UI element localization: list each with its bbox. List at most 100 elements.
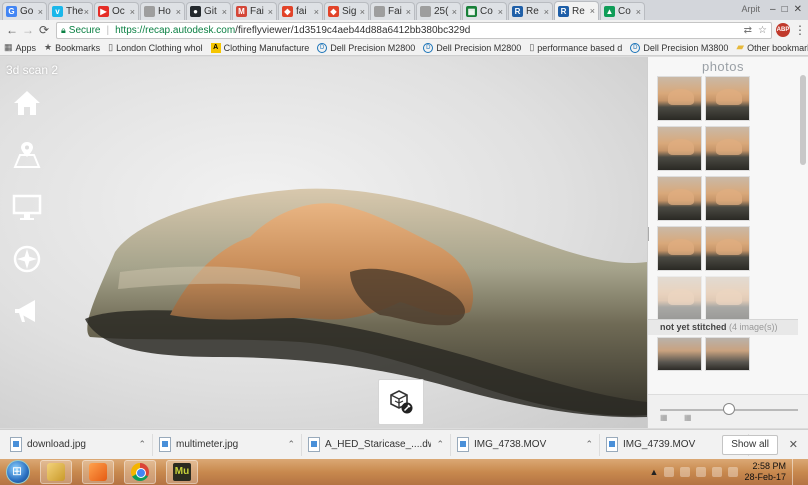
browser-tab[interactable]: ▶ Oc × [94,2,139,20]
download-item[interactable]: multimeter.jpg ⌃ [159,433,302,456]
photos-scrollbar[interactable] [800,75,806,165]
photo-thumbnail[interactable] [657,176,702,221]
url-input[interactable]: 🔒︎ Secure | https://recap.autodesk.com/f… [56,21,772,39]
adblock-plus-icon[interactable]: ABP [776,23,790,37]
muse-taskbar-button[interactable]: Mu [166,460,198,484]
stitch-images-button[interactable] [378,379,424,425]
close-window-icon[interactable]: ✕ [794,4,802,15]
minimize-icon[interactable]: – [770,4,776,15]
compass-icon[interactable] [8,241,46,277]
chevron-up-icon[interactable]: ⌃ [138,439,146,450]
browser-tab[interactable]: R Re × [554,1,599,20]
tab-close-icon[interactable]: × [314,7,319,17]
browser-tab[interactable]: ◆ Sig × [324,2,369,20]
3d-mesh[interactable] [0,57,647,428]
browser-tab[interactable]: ◆ fai × [278,2,323,20]
home-icon[interactable] [8,85,46,121]
close-downloads-bar-icon[interactable]: ✕ [789,438,798,451]
tab-close-icon[interactable]: × [268,7,273,17]
chevron-up-icon[interactable]: ⌃ [287,439,295,450]
tab-close-icon[interactable]: × [130,7,135,17]
photo-thumbnail[interactable] [657,126,702,171]
browser-tab[interactable]: 25(× [416,2,461,20]
unstitched-photo-thumbnail[interactable] [657,337,702,371]
map-pin-icon[interactable] [8,137,46,173]
photo-thumbnail[interactable] [705,76,750,121]
tab-close-icon[interactable]: × [84,7,89,17]
bookmark-item[interactable]: ▯ performance based d [529,42,622,53]
profile-name[interactable]: Arpit [741,4,760,14]
small-grid-icon[interactable]: ▦ [660,413,668,422]
start-button[interactable] [6,460,30,484]
tab-close-icon[interactable]: × [452,7,457,17]
show-all-downloads-button[interactable]: Show all [722,435,778,455]
tab-close-icon[interactable]: × [222,7,227,17]
bookmark-item[interactable]: ▯ London Clothing whol [108,42,203,53]
chevron-up-icon[interactable]: ⌃ [585,439,593,450]
photo-thumbnail[interactable] [657,226,702,271]
chevron-up-icon[interactable]: ⌃ [436,439,444,450]
tab-close-icon[interactable]: × [406,7,411,17]
bookmark-item[interactable]: D Dell Precision M2800 [317,42,415,53]
network-icon[interactable] [712,467,723,477]
scan-viewer[interactable]: 3d scan 2 [0,57,647,428]
browser-tab[interactable]: Ho × [140,2,185,20]
bookmark-star-icon[interactable]: ☆ [758,25,767,36]
volume-icon[interactable] [728,467,739,477]
muse-icon: Mu [173,463,191,481]
chrome-icon [131,463,149,481]
download-item[interactable]: IMG_4738.MOV ⌃ [457,433,600,456]
download-item[interactable]: A_HED_Staricase_....dwg ⌃ [308,433,451,456]
megaphone-icon[interactable] [8,293,46,329]
photo-thumbnail[interactable] [705,226,750,271]
tray-icon[interactable] [680,467,691,477]
browser-tab[interactable]: Fai × [370,2,415,20]
other-bookmarks[interactable]: ▰Other bookmarks [736,42,808,53]
bookmark-item[interactable]: A Clothing Manufacture [210,42,309,53]
browser-tab[interactable]: R Re × [508,2,553,20]
photo-thumbnail[interactable] [705,176,750,221]
media-player-taskbar-button[interactable] [82,460,114,484]
monitor-icon[interactable] [8,189,46,225]
unstitched-photo-thumbnail[interactable] [705,337,750,371]
bookmark-item[interactable]: D Dell Precision M2800 [423,42,521,53]
maximize-icon[interactable]: □ [782,4,788,15]
photo-thumbnail[interactable] [705,126,750,171]
translate-icon[interactable]: ⇄ [744,25,752,36]
tab-close-icon[interactable]: × [590,6,595,16]
tray-icon[interactable] [696,467,707,477]
browser-tab[interactable]: v The × [48,2,93,20]
browser-tab[interactable]: ● Git × [186,2,231,20]
explorer-taskbar-button[interactable] [40,460,72,484]
tab-close-icon[interactable]: × [636,7,641,17]
gitlab-icon: ◆ [282,6,293,17]
show-hidden-icons-icon[interactable]: ▲ [650,467,659,477]
tab-close-icon[interactable]: × [544,7,549,17]
browser-tab[interactable]: M Fai × [232,2,277,20]
tab-close-icon[interactable]: × [38,7,43,17]
photo-thumbnail[interactable] [705,276,750,321]
panel-resize-handle[interactable] [648,227,649,241]
photo-thumbnail[interactable] [657,276,702,321]
bookmark-item[interactable]: ▦ Apps [4,42,36,53]
browser-tab[interactable]: G Go × [2,2,47,20]
tab-close-icon[interactable]: × [360,7,365,17]
menu-dots-icon[interactable]: ⋮ [794,23,806,37]
photo-thumbnail[interactable] [657,76,702,121]
show-desktop-button[interactable] [792,459,800,485]
tab-close-icon[interactable]: × [176,7,181,17]
back-icon[interactable]: ← [4,23,20,37]
thumbnail-size-slider-knob[interactable] [723,403,735,415]
bookmark-item[interactable]: ★ Bookmarks [44,42,100,53]
chrome-taskbar-button[interactable] [124,460,156,484]
browser-tab[interactable]: ▲ Co × [600,2,645,20]
tab-close-icon[interactable]: × [498,7,503,17]
reload-icon[interactable]: ⟳ [36,23,52,37]
download-item[interactable]: download.jpg ⌃ [10,433,153,456]
browser-tab[interactable]: ▦ Co × [462,2,507,20]
bookmark-item[interactable]: D Dell Precision M3800 [630,42,728,53]
clock[interactable]: 2:58 PM 28-Feb-17 [744,461,786,483]
large-grid-icon[interactable]: ▦ [684,413,692,422]
tray-icon[interactable] [664,467,675,477]
forward-icon[interactable]: → [20,23,36,37]
